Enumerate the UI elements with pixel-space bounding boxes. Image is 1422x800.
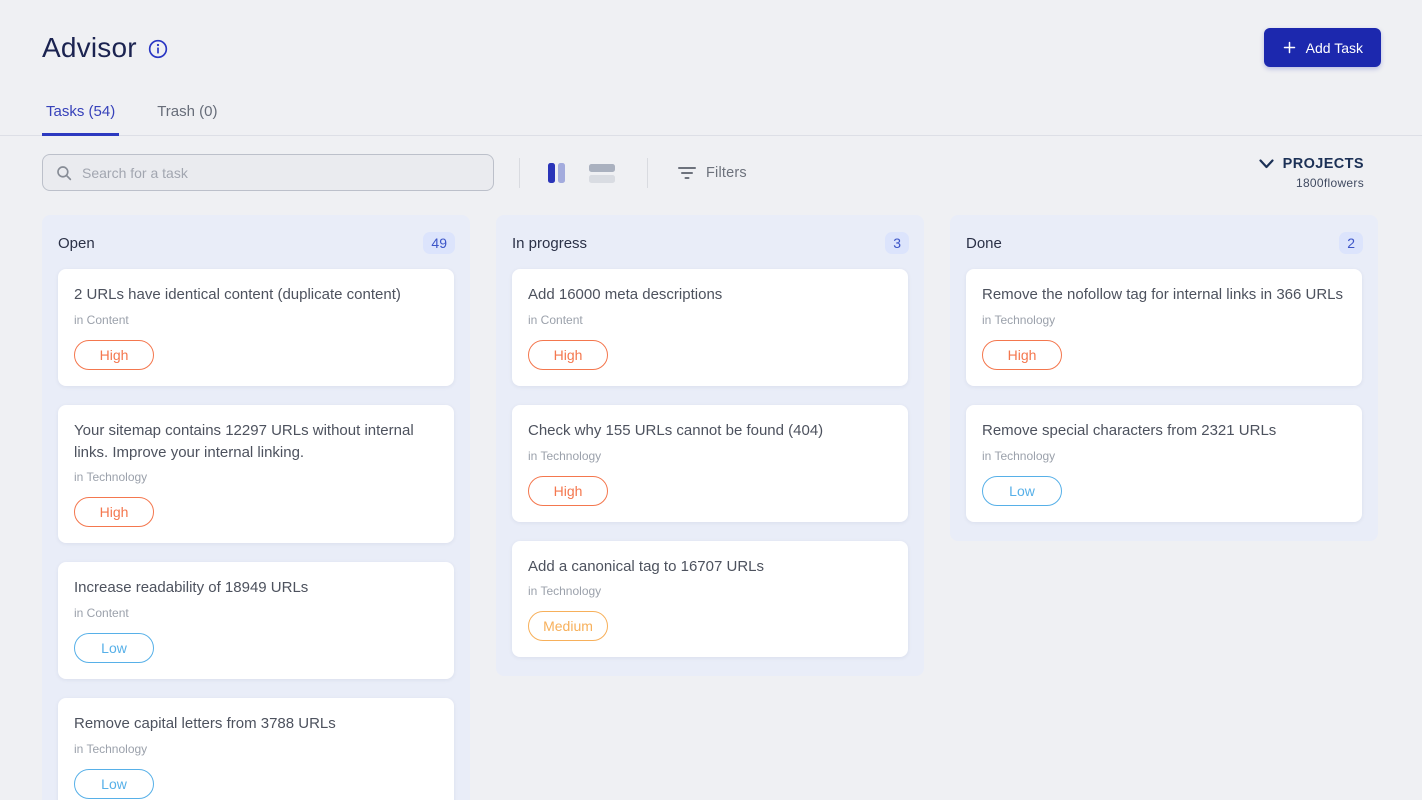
toolbar-divider [519, 158, 520, 188]
column-title: Open [58, 235, 95, 252]
chevron-down-icon [1259, 159, 1274, 169]
kanban-column: Done 2 Remove the nofollow tag for inter… [950, 215, 1378, 541]
card-list: Remove the nofollow tag for internal lin… [950, 269, 1378, 541]
plus-icon [1282, 40, 1297, 55]
search-box[interactable] [42, 154, 494, 191]
task-title: 2 URLs have identical content (duplicate… [74, 284, 438, 306]
priority-badge: High [74, 340, 154, 370]
task-category: in Technology [528, 449, 892, 463]
task-category: in Technology [74, 742, 438, 756]
column-title: Done [966, 235, 1002, 252]
task-title: Remove special characters from 2321 URLs [982, 420, 1346, 442]
toolbar: Filters PROJECTS 1800flowers [0, 136, 1422, 191]
list-view-icon [589, 162, 615, 184]
task-card[interactable]: Check why 155 URLs cannot be found (404)… [512, 405, 908, 522]
task-card[interactable]: 2 URLs have identical content (duplicate… [58, 269, 454, 386]
card-list: 2 URLs have identical content (duplicate… [42, 269, 470, 800]
task-card[interactable]: Add a canonical tag to 16707 URLs in Tec… [512, 541, 908, 658]
info-icon[interactable] [148, 39, 168, 59]
task-category: in Technology [982, 449, 1346, 463]
filters-button[interactable]: Filters [678, 165, 747, 181]
task-title: Your sitemap contains 12297 URLs without… [74, 420, 438, 464]
add-task-label: Add Task [1306, 40, 1363, 56]
task-title: Add a canonical tag to 16707 URLs [528, 556, 892, 578]
kanban-view-icon [547, 162, 567, 184]
kanban-board: Open 49 2 URLs have identical content (d… [0, 191, 1422, 800]
column-count-badge: 49 [423, 232, 455, 254]
kanban-column: Open 49 2 URLs have identical content (d… [42, 215, 470, 800]
task-category: in Technology [528, 584, 892, 598]
task-card[interactable]: Your sitemap contains 12297 URLs without… [58, 405, 454, 544]
filter-icon [678, 166, 696, 180]
priority-badge: High [528, 340, 608, 370]
page-header: Advisor Add Task [0, 0, 1422, 67]
priority-badge: High [528, 476, 608, 506]
task-category: in Technology [74, 470, 438, 484]
column-title: In progress [512, 235, 587, 252]
task-title: Check why 155 URLs cannot be found (404) [528, 420, 892, 442]
column-header: In progress 3 [496, 215, 924, 269]
card-list: Add 16000 meta descriptions in Content H… [496, 269, 924, 676]
task-title: Add 16000 meta descriptions [528, 284, 892, 306]
toolbar-divider [647, 158, 648, 188]
projects-selector: PROJECTS 1800flowers [1259, 156, 1364, 190]
projects-dropdown[interactable]: PROJECTS [1259, 156, 1364, 172]
kanban-view-button[interactable] [545, 160, 569, 186]
task-title: Remove the nofollow tag for internal lin… [982, 284, 1346, 306]
task-category: in Technology [982, 313, 1346, 327]
kanban-column: In progress 3 Add 16000 meta description… [496, 215, 924, 676]
task-card[interactable]: Increase readability of 18949 URLs in Co… [58, 562, 454, 679]
priority-badge: Low [982, 476, 1062, 506]
task-card[interactable]: Remove special characters from 2321 URLs… [966, 405, 1362, 522]
add-task-button[interactable]: Add Task [1264, 28, 1381, 67]
tab-tasks[interactable]: Tasks (54) [42, 94, 119, 136]
task-title: Increase readability of 18949 URLs [74, 577, 438, 599]
search-input[interactable] [82, 165, 481, 181]
column-header: Open 49 [42, 215, 470, 269]
column-count-badge: 2 [1339, 232, 1363, 254]
list-view-button[interactable] [587, 160, 617, 186]
priority-badge: Low [74, 769, 154, 799]
task-card[interactable]: Remove the nofollow tag for internal lin… [966, 269, 1362, 386]
projects-label: PROJECTS [1283, 156, 1364, 172]
selected-project: 1800flowers [1296, 176, 1364, 190]
priority-badge: Low [74, 633, 154, 663]
priority-badge: High [74, 497, 154, 527]
tabs-bar: Tasks (54) Trash (0) [0, 94, 1422, 136]
filters-label: Filters [706, 165, 747, 181]
search-icon [55, 164, 73, 182]
column-count-badge: 3 [885, 232, 909, 254]
tab-trash[interactable]: Trash (0) [153, 94, 221, 136]
task-card[interactable]: Add 16000 meta descriptions in Content H… [512, 269, 908, 386]
task-category: in Content [74, 606, 438, 620]
task-category: in Content [528, 313, 892, 327]
priority-badge: Medium [528, 611, 608, 641]
task-card[interactable]: Remove capital letters from 3788 URLs in… [58, 698, 454, 800]
column-header: Done 2 [950, 215, 1378, 269]
priority-badge: High [982, 340, 1062, 370]
task-title: Remove capital letters from 3788 URLs [74, 713, 438, 735]
task-category: in Content [74, 313, 438, 327]
page-title: Advisor [42, 32, 137, 64]
